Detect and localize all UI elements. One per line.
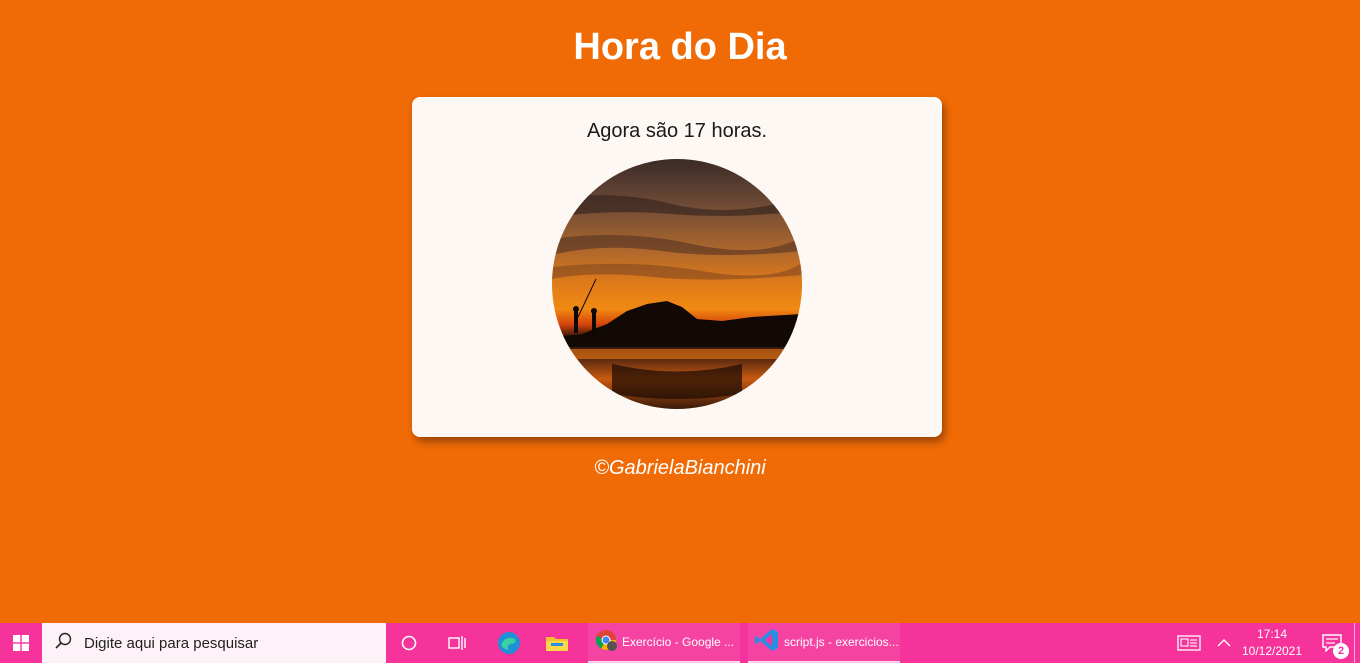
search-icon: [54, 632, 72, 655]
notification-badge: 2: [1333, 643, 1349, 659]
footer-credit: ©GabrielaBianchini: [594, 457, 766, 479]
app-label: Exercício - Google ...: [622, 635, 735, 649]
taskbar: Digite aqui para pesquisar Exercício - G…: [0, 623, 1360, 663]
taskbar-app-vscode[interactable]: script.js - exercicios...: [748, 623, 900, 663]
sunset-photo: [552, 159, 802, 409]
vscode-icon: [754, 627, 780, 658]
edge-icon[interactable]: [486, 623, 532, 663]
search-placeholder: Digite aqui para pesquisar: [84, 634, 259, 652]
taskbar-clock[interactable]: 17:14 10/12/2021: [1238, 626, 1306, 660]
time-message: Agora são 17 horas.: [586, 120, 768, 142]
chevron-up-icon[interactable]: [1212, 623, 1236, 663]
task-view-icon[interactable]: [434, 623, 480, 663]
clock-time: 17:14: [1256, 627, 1288, 641]
taskbar-app-chrome[interactable]: Exercício - Google ...: [588, 623, 740, 663]
time-card: Agora são 17 horas.: [412, 97, 942, 437]
page-title: Hora do Dia: [573, 26, 787, 68]
chrome-icon: [594, 628, 618, 657]
windows-start-icon[interactable]: [0, 623, 42, 663]
app-label: script.js - exercicios...: [784, 635, 899, 649]
file-explorer-icon[interactable]: [534, 623, 580, 663]
show-desktop-button[interactable]: [1354, 623, 1360, 663]
news-widget-icon[interactable]: [1174, 623, 1204, 663]
cortana-icon[interactable]: [386, 623, 432, 663]
clock-date: 10/12/2021: [1241, 644, 1303, 658]
notification-center-icon[interactable]: 2: [1312, 623, 1352, 663]
taskbar-search[interactable]: Digite aqui para pesquisar: [42, 623, 386, 663]
